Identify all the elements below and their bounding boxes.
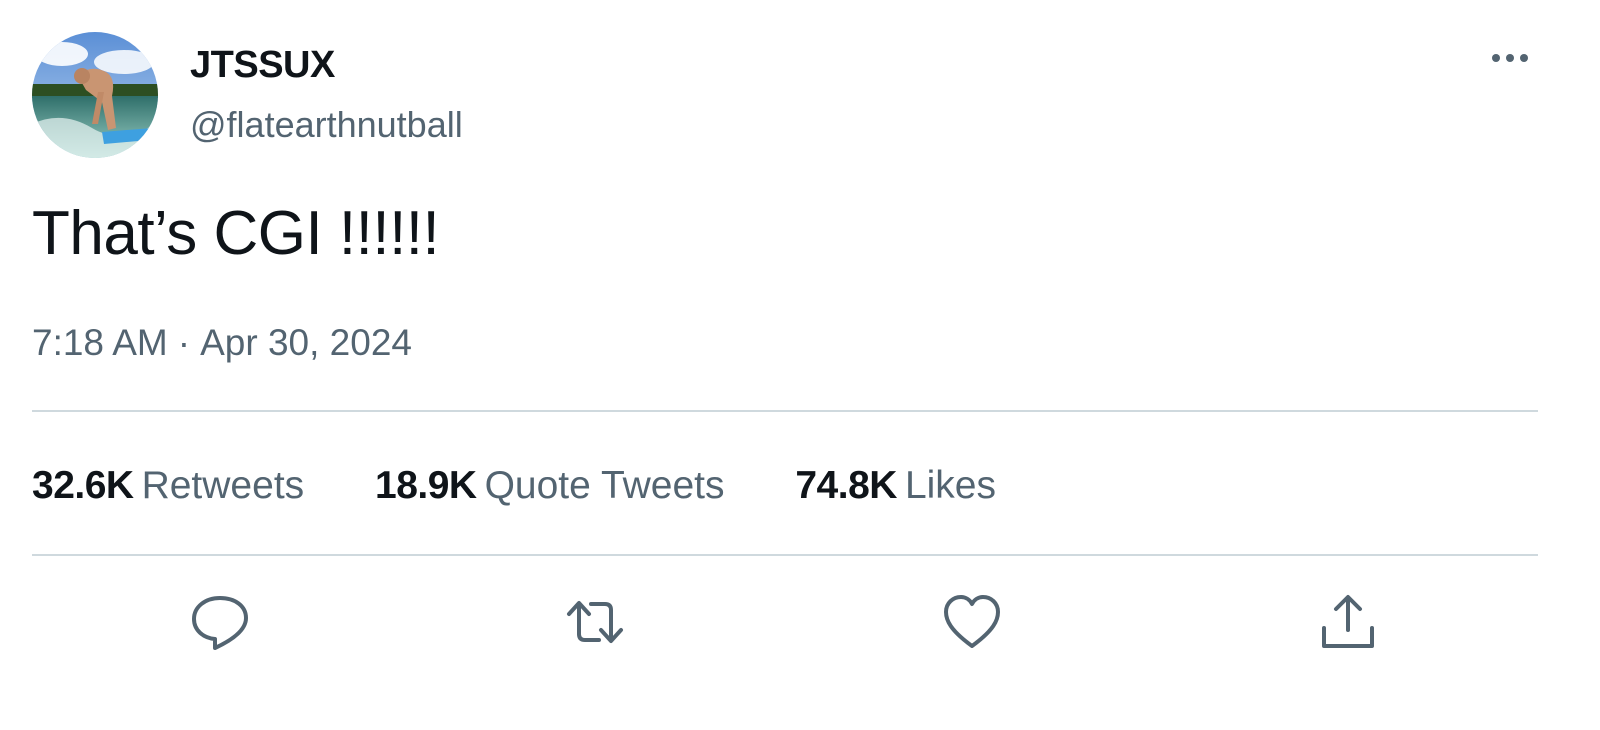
more-icon bbox=[1492, 54, 1528, 62]
reply-icon bbox=[192, 596, 248, 650]
tweet-time: 7:18 AM bbox=[32, 322, 168, 363]
reply-button[interactable] bbox=[188, 590, 252, 654]
heart-icon bbox=[944, 595, 1000, 648]
share-button[interactable] bbox=[1316, 590, 1380, 654]
divider bbox=[32, 554, 1538, 556]
avatar[interactable] bbox=[32, 32, 158, 158]
like-button[interactable] bbox=[940, 590, 1004, 654]
likes-count: 74.8K bbox=[795, 464, 897, 507]
likes-stat[interactable]: 74.8K Likes bbox=[795, 464, 996, 508]
divider bbox=[32, 410, 1538, 412]
display-name[interactable]: JTSSUX bbox=[190, 44, 335, 87]
tweet-timestamp[interactable]: 7:18 AM · Apr 30, 2024 bbox=[32, 322, 412, 364]
surfer-avatar-image bbox=[32, 32, 158, 158]
retweets-label: Retweets bbox=[141, 464, 305, 507]
quote-tweets-stat[interactable]: 18.9K Quote Tweets bbox=[375, 464, 725, 508]
share-icon bbox=[1322, 595, 1374, 648]
tweet-text: That’s CGI !!!!!! bbox=[32, 199, 440, 268]
retweet-button[interactable] bbox=[563, 590, 627, 654]
retweets-count: 32.6K bbox=[32, 464, 134, 507]
timestamp-separator: · bbox=[177, 322, 191, 363]
tweet-date: Apr 30, 2024 bbox=[200, 322, 412, 363]
quote-tweets-label: Quote Tweets bbox=[484, 464, 725, 507]
retweet-icon bbox=[567, 601, 623, 643]
likes-label: Likes bbox=[904, 464, 996, 507]
user-handle[interactable]: @flatearthnutball bbox=[190, 104, 463, 146]
tweet-stats: 32.6K Retweets 18.9K Quote Tweets 74.8K Lik… bbox=[32, 464, 1056, 508]
more-options-button[interactable] bbox=[1484, 38, 1544, 78]
tweet-detail: JTSSUX @flatearthnutball That’s CGI !!!!… bbox=[0, 0, 1600, 730]
quote-tweets-count: 18.9K bbox=[375, 464, 477, 507]
retweets-stat[interactable]: 32.6K Retweets bbox=[32, 464, 304, 508]
